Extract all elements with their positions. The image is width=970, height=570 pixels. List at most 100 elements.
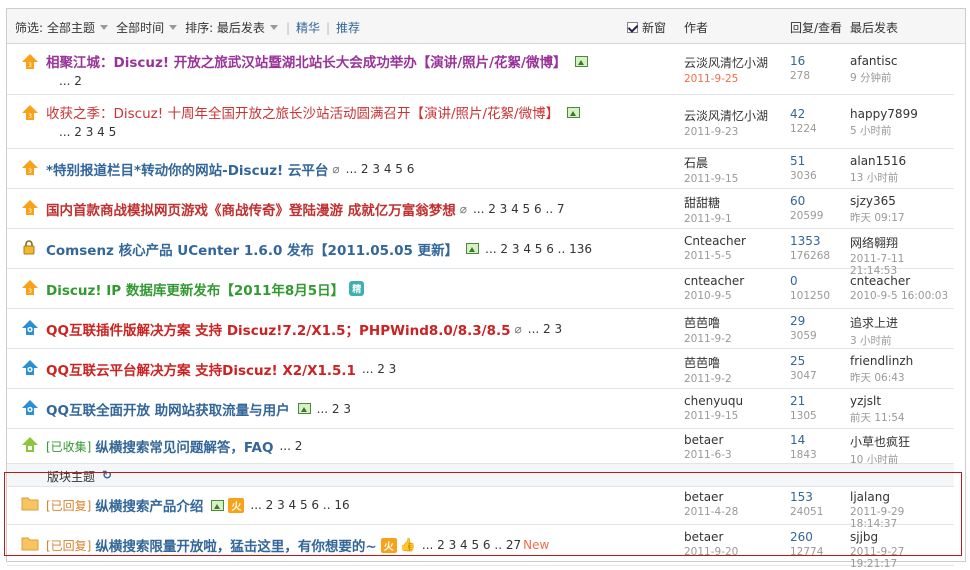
thread-title-link[interactable]: Discuz! IP 数据库更新发布【2011年8月5日】 (46, 279, 344, 299)
page-links[interactable]: ... 2 (59, 74, 82, 88)
last-post-time[interactable]: 前天 11:54 (850, 410, 905, 425)
reply-count[interactable]: 0 (790, 274, 798, 288)
last-post-time[interactable]: 3 小时前 (850, 333, 898, 348)
new-window-toggle[interactable]: 新窗 (627, 19, 666, 36)
last-poster[interactable]: happy7899 (850, 107, 918, 121)
last-poster[interactable]: yzjslt (850, 394, 881, 408)
lock-icon[interactable] (21, 239, 39, 257)
page-links[interactable]: ... 2 (279, 439, 302, 453)
thread-title-link[interactable]: 国内首款商战模拟网页游戏《商战传奇》登陆漫游 成就亿万富翁梦想 (46, 199, 456, 219)
table-row[interactable]: QQ互联全面开放 助网站获取流量与用户 ... 2 3 chenyuqu 2011-9… (7, 389, 954, 429)
reply-count[interactable]: 14 (790, 433, 805, 447)
thread-title-link[interactable]: QQ互联插件版解决方案 支持 Discuz!7.2/X1.5；PHPWind8.… (46, 319, 511, 339)
page-links[interactable]: ... 2 3 4 5 6 .. 27 (422, 538, 521, 552)
thread-title-link[interactable]: QQ互联全面开放 助网站获取流量与用户 (46, 399, 290, 419)
last-post-time[interactable]: 13 小时前 (850, 170, 906, 185)
page-links[interactable]: ... 2 3 (317, 402, 351, 416)
table-row[interactable]: [已回复] 纵横搜索产品介绍 火 ... 2 3 4 5 6 .. 16 betaer 2… (7, 486, 954, 530)
thread-title-link[interactable]: 收获之季：Discuz! 十周年全国开放之旅长沙站活动圆满召开【演讲/照片/花絮… (46, 102, 559, 122)
last-poster[interactable]: afantisc (850, 54, 897, 68)
page-links[interactable]: ... 2 3 4 5 6 (346, 162, 415, 176)
author-name[interactable]: 甜甜糖 (684, 196, 720, 210)
announce-icon[interactable]: 3 (21, 104, 39, 122)
folder-icon[interactable] (21, 495, 39, 513)
thread-title-link[interactable]: QQ互联云平台解决方案 支持Discuz! X2/X1.5.1 (46, 359, 356, 379)
thread-title-link[interactable]: 纵横搜索常见问题解答，FAQ (95, 436, 273, 456)
page-links[interactable]: ... 2 3 (528, 322, 562, 336)
thread-title-link[interactable]: 相聚江城：Discuz! 开放之旅武汉站暨湖北站长大会成功举办【演讲/照片/花絮… (46, 51, 567, 71)
author-name[interactable]: chenyuqu (684, 394, 743, 408)
table-row[interactable]: 3 Discuz! IP 数据库更新发布【2011年8月5日】精 cnteacher… (7, 269, 954, 309)
table-row[interactable]: 3 相聚江城：Discuz! 开放之旅武汉站暨湖北站长大会成功举办【演讲/照片/花… (7, 44, 954, 95)
table-row[interactable]: 3 *特别报道栏目*转动你的网站-Discuz! 云平台 ⌀ ... 2 3 4 5 … (7, 149, 954, 189)
collect-icon[interactable] (21, 436, 39, 454)
last-poster[interactable]: ljalang (850, 490, 890, 504)
reply-count[interactable]: 21 (790, 394, 805, 408)
thread-title-link[interactable]: *特别报道栏目*转动你的网站-Discuz! 云平台 (46, 159, 328, 179)
qq-icon[interactable] (21, 319, 39, 337)
last-post-time[interactable]: 2010-9-5 16:00:03 (850, 290, 948, 302)
author-name[interactable]: betaer (684, 433, 723, 447)
reply-count[interactable]: 260 (790, 530, 813, 544)
table-row[interactable]: QQ互联插件版解决方案 支持 Discuz!7.2/X1.5；PHPWind8.… (7, 309, 954, 349)
announce-icon[interactable]: 3 (21, 53, 39, 71)
last-poster[interactable]: cnteacher (850, 274, 910, 288)
last-poster[interactable]: alan1516 (850, 154, 906, 168)
page-links[interactable]: ... 2 3 4 5 6 .. 7 (473, 202, 565, 216)
thread-title-link[interactable]: 纵横搜索限量开放啦，猛击这里，有你想要的~ (95, 535, 376, 555)
page-links[interactable]: ... 2 3 4 5 6 .. 136 (485, 242, 592, 256)
table-row[interactable]: 3 收获之季：Discuz! 十周年全国开放之旅长沙站活动圆满召开【演讲/照片/花… (7, 95, 954, 149)
page-links[interactable]: ... 2 3 4 5 6 .. 16 (250, 498, 349, 512)
author-name[interactable]: betaer (684, 530, 723, 544)
digest-link[interactable]: 精华 (296, 19, 320, 36)
last-post-time[interactable]: 2011-9-27 19:21:17 (850, 546, 954, 570)
last-poster[interactable]: 网络翱翔 (850, 236, 898, 250)
author-name[interactable]: 云淡风清忆小湖 (684, 56, 768, 70)
sort-dropdown[interactable]: 排序: 最后发表 (185, 19, 278, 36)
reply-count[interactable]: 1353 (790, 234, 821, 248)
page-links[interactable]: ... 2 3 4 5 (59, 125, 116, 139)
thread-title-link[interactable]: Comsenz 核心产品 UCenter 1.6.0 发布【2011.05.05… (46, 239, 458, 259)
reply-count[interactable]: 29 (790, 314, 805, 328)
table-row[interactable]: [已收集] 纵横搜索常见问题解答，FAQ ... 2 betaer 2011-6-3 14… (7, 429, 954, 466)
folder-icon[interactable] (21, 535, 39, 553)
last-poster[interactable]: sjjbg (850, 530, 878, 544)
last-poster[interactable]: friendlinzh (850, 354, 913, 368)
reply-count[interactable]: 60 (790, 194, 805, 208)
last-post-time[interactable]: 5 小时前 (850, 123, 918, 138)
qq-icon[interactable] (21, 359, 39, 377)
author-name[interactable]: 芭芭噜 (684, 316, 720, 330)
table-row[interactable]: QQ互联云平台解决方案 支持Discuz! X2/X1.5.1 ... 2 3 芭芭… (7, 349, 954, 389)
author-name[interactable]: Cnteacher (684, 234, 746, 248)
author-name[interactable]: cnteacher (684, 274, 744, 288)
qq-icon[interactable] (21, 399, 39, 417)
author-name[interactable]: 云淡风清忆小湖 (684, 109, 768, 123)
reply-count[interactable]: 25 (790, 354, 805, 368)
last-post-time[interactable]: 昨天 06:43 (850, 370, 913, 385)
time-filter-dropdown[interactable]: 全部时间 (116, 19, 178, 36)
author-name[interactable]: betaer (684, 490, 723, 504)
table-row[interactable]: Comsenz 核心产品 UCenter 1.6.0 发布【2011.05.05… (7, 229, 954, 277)
reply-count[interactable]: 42 (790, 107, 805, 121)
author-name[interactable]: 石晨 (684, 156, 708, 170)
announce-icon[interactable]: 3 (21, 159, 39, 177)
refresh-icon[interactable]: ↻ (102, 468, 112, 482)
reply-count[interactable]: 16 (790, 54, 805, 68)
table-row[interactable]: [已回复] 纵横搜索限量开放啦，猛击这里，有你想要的~ 火 👍 ... 2 3 4 5 … (7, 525, 954, 570)
last-poster[interactable]: sjzy365 (850, 194, 896, 208)
reply-count[interactable]: 153 (790, 490, 813, 504)
page-links[interactable]: ... 2 3 (362, 362, 396, 376)
thread-title-link[interactable]: 纵横搜索产品介绍 (95, 495, 203, 515)
last-post-time[interactable]: 9 分钟前 (850, 70, 897, 85)
announce-icon[interactable]: 3 (21, 279, 39, 297)
announce-icon[interactable]: 3 (21, 199, 39, 217)
last-post-time[interactable]: 昨天 09:17 (850, 210, 905, 225)
last-poster[interactable]: 追求上进 (850, 316, 898, 330)
recommend-link[interactable]: 推荐 (336, 19, 360, 36)
author-name[interactable]: 芭芭噜 (684, 356, 720, 370)
table-row[interactable]: 3 国内首款商战模拟网页游戏《商战传奇》登陆漫游 成就亿万富翁梦想 ⌀ ... 2 3… (7, 189, 954, 229)
topic-filter-dropdown[interactable]: 全部主题 (47, 19, 109, 36)
last-poster[interactable]: 小草也疯狂 (850, 435, 910, 449)
checkbox-checked-icon[interactable] (627, 22, 638, 33)
reply-count[interactable]: 51 (790, 154, 805, 168)
